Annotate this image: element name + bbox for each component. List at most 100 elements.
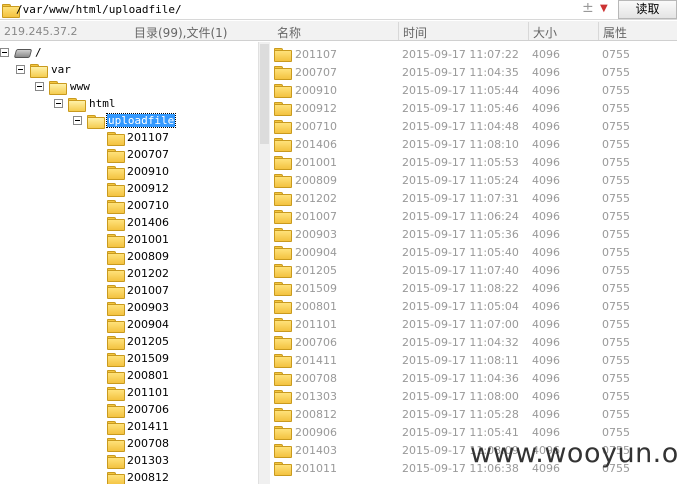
tree-node-folder[interactable]: 200710 [107,197,170,214]
tree-node-folder[interactable]: 200708 [107,435,170,452]
file-row[interactable]: 201202 2015-09-17 11:07:31 4096 0755 [271,189,677,207]
tree-node-folder[interactable]: 201001 [107,231,170,248]
file-row[interactable]: 200707 2015-09-17 11:04:35 4096 0755 [271,63,677,81]
tree-node-root[interactable]: / [0,44,43,61]
file-row[interactable]: 201205 2015-09-17 11:07:40 4096 0755 [271,261,677,279]
collapse-toggle-icon[interactable] [16,65,25,74]
file-time: 2015-09-17 11:08:10 [402,137,519,151]
collapse-toggle-icon[interactable] [0,48,9,57]
file-row[interactable]: 200708 2015-09-17 11:04:36 4096 0755 [271,369,677,387]
tree-label: 201101 [127,386,169,399]
tree-node-uploadfile[interactable]: uploadfile [73,112,177,129]
tree-node-folder[interactable]: 200910 [107,163,170,180]
file-time: 2015-09-17 11:07:22 [402,47,519,61]
file-row[interactable]: 201406 2015-09-17 11:08:10 4096 0755 [271,135,677,153]
tree-node-folder[interactable]: 201303 [107,452,170,469]
file-row[interactable]: 200809 2015-09-17 11:05:24 4096 0755 [271,171,677,189]
tree-node-folder[interactable]: 201406 [107,214,170,231]
collapse-toggle-icon[interactable] [73,116,82,125]
folder-icon [107,335,125,350]
file-row[interactable]: 200904 2015-09-17 11:05:40 4096 0755 [271,243,677,261]
file-size: 4096 [532,317,560,331]
column-divider[interactable] [398,22,399,40]
column-header-size[interactable]: 大小 [533,24,557,41]
file-row[interactable]: 200903 2015-09-17 11:05:36 4096 0755 [271,225,677,243]
tree-node-folder[interactable]: 201007 [107,282,170,299]
file-name: 201411 [295,353,337,367]
tree-node-folder[interactable]: 201411 [107,418,170,435]
file-row[interactable]: 201509 2015-09-17 11:08:22 4096 0755 [271,279,677,297]
tree-node-folder[interactable]: 201509 [107,350,170,367]
file-name: 201101 [295,317,337,331]
read-button[interactable]: 读取 [618,0,677,19]
file-name: 200903 [295,227,337,241]
file-name: 200710 [295,119,337,133]
tree-label: 200710 [127,199,169,212]
file-row[interactable]: 201001 2015-09-17 11:05:53 4096 0755 [271,153,677,171]
file-row[interactable]: 201107 2015-09-17 11:07:22 4096 0755 [271,45,677,63]
folder-icon [107,301,125,316]
file-size: 4096 [532,47,560,61]
file-attr: 0755 [602,299,630,313]
tree-node-folder[interactable]: 200706 [107,401,170,418]
file-attr: 0755 [602,209,630,223]
file-size: 4096 [532,263,560,277]
file-row[interactable]: 201411 2015-09-17 11:08:11 4096 0755 [271,351,677,369]
file-row[interactable]: 201007 2015-09-17 11:06:24 4096 0755 [271,207,677,225]
file-size: 4096 [532,389,560,403]
tree-node-www[interactable]: www [35,78,91,95]
file-row[interactable]: 200801 2015-09-17 11:05:04 4096 0755 [271,297,677,315]
tree-node-folder[interactable]: 200809 [107,248,170,265]
file-row[interactable]: 200812 2015-09-17 11:05:28 4096 0755 [271,405,677,423]
tree-node-folder[interactable]: 200801 [107,367,170,384]
tree-scrollbar[interactable] [258,42,270,484]
column-header-attr[interactable]: 属性 [603,24,627,41]
file-row[interactable]: 200910 2015-09-17 11:05:44 4096 0755 [271,81,677,99]
tree-label: 200708 [127,437,169,450]
tree-node-folder[interactable]: 200904 [107,316,170,333]
tree-node-var[interactable]: var [16,61,72,78]
folder-open-icon [49,80,67,95]
file-row[interactable]: 201303 2015-09-17 11:08:00 4096 0755 [271,387,677,405]
file-attr: 0755 [602,245,630,259]
collapse-toggle-icon[interactable] [54,99,63,108]
tree-node-folder[interactable]: 201101 [107,384,170,401]
file-size: 4096 [532,65,560,79]
file-row[interactable]: 200706 2015-09-17 11:04:32 4096 0755 [271,333,677,351]
add-icon[interactable]: ± [582,0,594,16]
folder-icon [107,131,125,146]
column-divider[interactable] [528,22,529,40]
folder-icon [274,354,292,368]
folder-icon [274,102,292,116]
file-row[interactable]: 201101 2015-09-17 11:07:00 4096 0755 [271,315,677,333]
folder-open-icon [68,97,86,112]
column-header-time[interactable]: 时间 [403,24,427,41]
tree-node-folder[interactable]: 200912 [107,180,170,197]
folder-icon [274,192,292,206]
column-divider[interactable] [598,22,599,40]
directory-tree: / var www html uploadfile 201107 200707 20… [0,42,258,484]
folder-icon [274,66,292,80]
collapse-toggle-icon[interactable] [35,82,44,91]
file-name: 201011 [295,461,337,475]
scrollbar-thumb[interactable] [260,44,269,144]
file-name: 201202 [295,191,337,205]
tree-node-folder[interactable]: 201202 [107,265,170,282]
folder-icon [274,336,292,350]
tree-node-folder[interactable]: 200903 [107,299,170,316]
tree-node-folder[interactable]: 200707 [107,146,170,163]
file-time: 2015-09-17 11:04:35 [402,65,519,79]
file-row[interactable]: 200710 2015-09-17 11:04:48 4096 0755 [271,117,677,135]
file-row[interactable]: 200912 2015-09-17 11:05:46 4096 0755 [271,99,677,117]
tree-node-folder[interactable]: 201205 [107,333,170,350]
tree-node-folder[interactable]: 200812 [107,469,170,484]
tree-node-html[interactable]: html [54,95,117,112]
folder-icon [107,318,125,333]
tree-label: 200903 [127,301,169,314]
tree-node-folder[interactable]: 201107 [107,129,170,146]
path-input[interactable]: /var/www/html/uploadfile/ [16,3,182,16]
chevron-down-icon[interactable]: ▼ [600,3,608,14]
file-list: 201107 2015-09-17 11:07:22 4096 0755 200707 2… [271,42,677,484]
file-attr: 0755 [602,83,630,97]
column-header-name[interactable]: 名称 [277,24,301,41]
